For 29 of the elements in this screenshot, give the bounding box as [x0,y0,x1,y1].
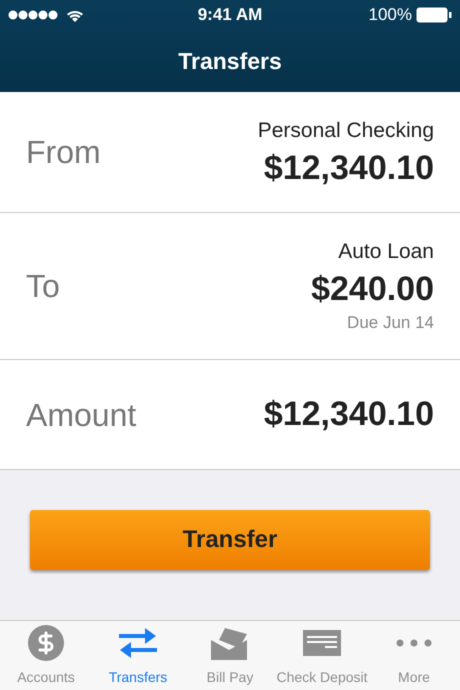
due-date: Due Jun 14 [347,312,434,334]
swap-arrows-icon [119,626,157,660]
row-label: To [26,267,60,306]
transfer-row[interactable]: To Auto Loan $240.00 Due Jun 14 [0,213,460,360]
envelope-icon [211,626,249,660]
battery-percent: 100% [368,4,412,26]
status-time: 9:41 AM [198,4,262,26]
signal-icon [8,10,58,20]
battery-icon [416,7,452,23]
tab-item[interactable]: Accounts [0,621,92,690]
transfer-row[interactable]: Amount $12,340.10 [0,360,460,470]
amount-value: $12,340.10 [264,148,434,188]
wifi-icon [66,8,84,22]
account-name: Personal Checking [258,118,434,144]
page-title: Transfers [178,46,282,76]
transfer-button[interactable]: Transfer [30,510,430,570]
row-label: Amount [26,396,136,434]
tab-item[interactable]: Check Deposit [276,621,368,690]
row-label: From [26,133,101,172]
tab-item[interactable]: Transfers [92,621,184,690]
amount-value: $240.00 [311,268,434,310]
check-icon [303,630,341,656]
tab-item[interactable]: Bill Pay [184,621,276,690]
amount-value: $12,340.10 [264,394,434,436]
tab-item[interactable]: More [368,621,460,690]
dollar-coin-icon [28,625,64,661]
more-icon [396,638,432,648]
account-name: Auto Loan [338,239,434,266]
transfer-row[interactable]: From Personal Checking $12,340.10 [0,92,460,213]
